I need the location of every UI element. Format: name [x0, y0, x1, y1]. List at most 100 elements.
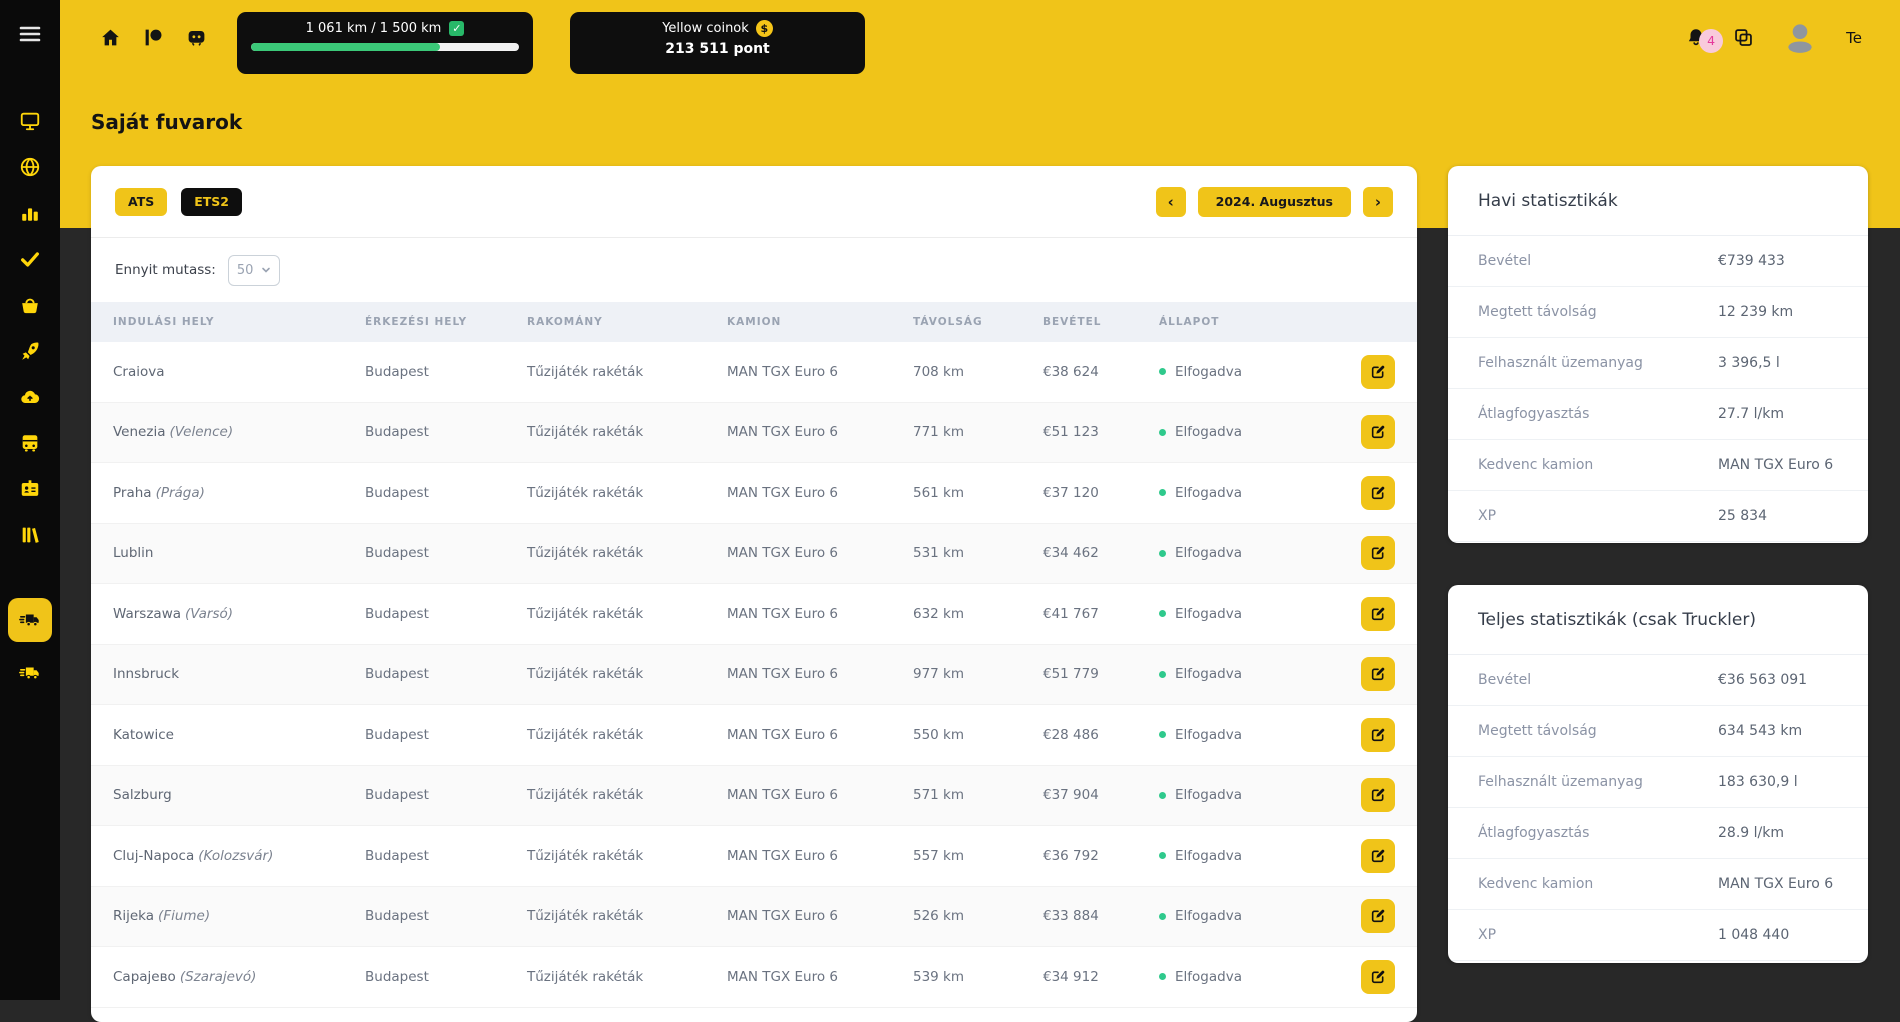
stat-value: 27.7 l/km [1718, 406, 1838, 422]
globe-icon[interactable] [19, 156, 41, 178]
cloud-upload-icon[interactable] [19, 386, 41, 408]
edit-in-square-icon [1370, 606, 1386, 622]
open-job-button[interactable] [1361, 657, 1395, 691]
cell-revenue: €51 123 [1043, 424, 1159, 440]
stat-label: Kedvenc kamion [1478, 876, 1718, 892]
stat-value: 634 543 km [1718, 723, 1838, 739]
status-text: Elfogadva [1175, 908, 1242, 924]
cell-truck: MAN TGX Euro 6 [727, 727, 913, 743]
cell-status: Elfogadva [1159, 485, 1309, 501]
open-job-button[interactable] [1361, 536, 1395, 570]
prev-month-button[interactable]: ‹ [1156, 187, 1186, 217]
stat-value: €739 433 [1718, 253, 1838, 269]
discord-icon[interactable] [186, 27, 207, 48]
stat-row: Átlagfogyasztás 27.7 l/km [1448, 389, 1868, 440]
basket-icon[interactable] [19, 294, 41, 316]
open-job-button[interactable] [1361, 355, 1395, 389]
cell-origin: Rijeka(Fiume) [113, 908, 365, 924]
edit-in-square-icon [1370, 727, 1386, 743]
avatar[interactable] [1780, 18, 1820, 58]
cell-cargo: Tűzijáték rakéták [527, 848, 727, 864]
cell-revenue: €41 767 [1043, 606, 1159, 622]
edit-in-square-icon [1370, 666, 1386, 682]
col-destination: Érkezési hely [365, 316, 527, 328]
cell-destination: Budapest [365, 969, 527, 985]
table-row: Сарајево(Szarajevó) Budapest Tűzijáték r… [91, 947, 1417, 1008]
cell-status: Elfogadva [1159, 969, 1309, 985]
open-job-button[interactable] [1361, 476, 1395, 510]
open-job-button[interactable] [1361, 597, 1395, 631]
cell-status: Elfogadva [1159, 727, 1309, 743]
notification-count-badge: 4 [1699, 29, 1723, 53]
cell-status: Elfogadva [1159, 606, 1309, 622]
month-label-button[interactable]: 2024. Augusztus [1198, 187, 1351, 217]
stat-value: 12 239 km [1718, 304, 1838, 320]
total-stats-title: Teljes statisztikák (csak Truckler) [1448, 585, 1868, 655]
next-month-button[interactable]: › [1363, 187, 1393, 217]
bar-chart-icon[interactable] [19, 202, 41, 224]
monthly-stats-title: Havi statisztikák [1448, 166, 1868, 236]
coin-icon: $ [756, 20, 773, 37]
stat-row: Megtett távolság 12 239 km [1448, 287, 1868, 338]
cell-truck: MAN TGX Euro 6 [727, 364, 913, 380]
distance-check-icon: ✓ [449, 21, 464, 36]
open-job-button[interactable] [1361, 899, 1395, 933]
edit-in-square-icon [1370, 485, 1386, 501]
total-stats-panel: Teljes statisztikák (csak Truckler) Bevé… [1448, 585, 1868, 963]
open-job-button[interactable] [1361, 718, 1395, 752]
open-job-button[interactable] [1361, 778, 1395, 812]
open-job-button[interactable] [1361, 839, 1395, 873]
patreon-icon[interactable] [143, 27, 164, 48]
status-text: Elfogadva [1175, 606, 1242, 622]
edit-in-square-icon [1370, 969, 1386, 985]
table-row: Craiova Budapest Tűzijáték rakéták MAN T… [91, 342, 1417, 403]
status-dot [1159, 913, 1166, 920]
user-name[interactable]: Te [1846, 29, 1862, 47]
copy-icon[interactable] [1733, 27, 1754, 48]
status-text: Elfogadva [1175, 485, 1242, 501]
books-icon[interactable] [19, 524, 41, 546]
cell-destination: Budapest [365, 606, 527, 622]
cell-revenue: €28 486 [1043, 727, 1159, 743]
stat-row: Kedvenc kamion MAN TGX Euro 6 [1448, 440, 1868, 491]
stat-row: Kedvenc kamion MAN TGX Euro 6 [1448, 859, 1868, 910]
home-icon[interactable] [100, 27, 121, 48]
notifications-button[interactable]: 4 [1685, 27, 1707, 49]
cell-truck: MAN TGX Euro 6 [727, 424, 913, 440]
cell-cargo: Tűzijáték rakéták [527, 787, 727, 803]
bus-icon[interactable] [19, 432, 41, 454]
cell-cargo: Tűzijáték rakéták [527, 545, 727, 561]
table-header: Indulási hely Érkezési hely Rakomány Kam… [91, 302, 1417, 342]
id-card-icon[interactable] [19, 478, 41, 500]
status-dot [1159, 489, 1166, 496]
page-size-select[interactable]: 50 [228, 255, 280, 286]
cell-origin: Salzburg [113, 787, 365, 803]
open-job-button[interactable] [1361, 960, 1395, 994]
stat-value: MAN TGX Euro 6 [1718, 457, 1838, 473]
sidebar-nav [19, 110, 41, 546]
cell-cargo: Tűzijáték rakéták [527, 727, 727, 743]
stat-label: Kedvenc kamion [1478, 457, 1718, 473]
distance-label: 1 061 km / 1 500 km [306, 21, 442, 36]
monitor-icon[interactable] [19, 110, 41, 132]
tab-ets2[interactable]: ETS2 [181, 188, 242, 216]
cell-truck: MAN TGX Euro 6 [727, 666, 913, 682]
cell-cargo: Tűzijáték rakéták [527, 424, 727, 440]
sidebar-item-my-jobs-active[interactable] [8, 598, 52, 642]
cell-distance: 539 km [913, 969, 1043, 985]
distance-progress-card: 1 061 km / 1 500 km ✓ [237, 12, 533, 74]
stat-value: €36 563 091 [1718, 672, 1838, 688]
cell-truck: MAN TGX Euro 6 [727, 848, 913, 864]
stat-label: Átlagfogyasztás [1478, 825, 1718, 841]
tab-ats[interactable]: ATS [115, 188, 167, 216]
cell-destination: Budapest [365, 666, 527, 682]
status-dot [1159, 792, 1166, 799]
cell-status: Elfogadva [1159, 908, 1309, 924]
rocket-icon[interactable] [19, 340, 41, 362]
hamburger-menu-icon[interactable] [18, 22, 42, 50]
cell-destination: Budapest [365, 424, 527, 440]
checkmark-icon[interactable] [19, 248, 41, 270]
truck-fast-icon[interactable] [19, 662, 41, 684]
cell-truck: MAN TGX Euro 6 [727, 606, 913, 622]
open-job-button[interactable] [1361, 415, 1395, 449]
